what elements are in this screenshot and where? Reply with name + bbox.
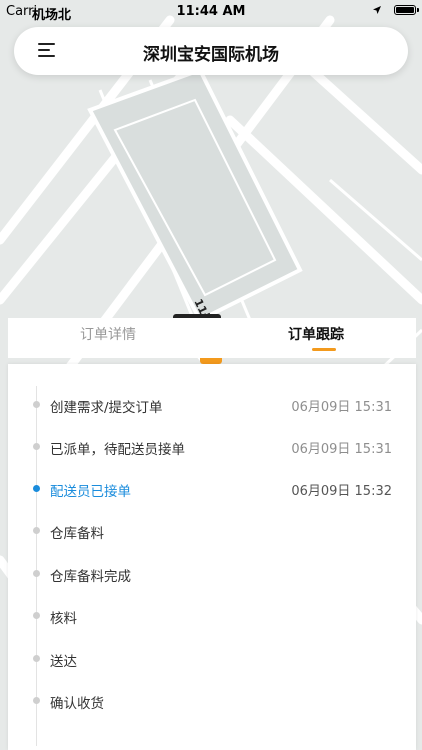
step-label: 配送员已接单 [50,484,131,500]
step-label: 确认收货 [50,696,104,712]
step-time: 06月09日 15:31 [291,400,392,415]
timeline-step: 确认收货 [8,687,416,715]
status-bar: Carri 机场北 11:44 AM [0,0,422,24]
timeline-step: 仓库备料 [8,517,416,545]
timeline-step-current: 配送员已接单 06月09日 15:32 [8,475,416,503]
timeline-dot [33,527,40,534]
tab-bar: 订单详情 订单跟踪 [8,318,416,358]
timeline-step: 送达 [8,645,416,673]
timeline-dot [33,612,40,619]
step-label: 仓库备料 [50,526,104,542]
timeline-dot [33,401,40,408]
step-label: 核料 [50,611,77,627]
timeline-dot [33,655,40,662]
tab-order-details[interactable]: 订单详情 [8,318,208,358]
step-label: 创建需求/提交订单 [50,400,163,416]
tab-order-tracking-label: 订单跟踪 [288,327,344,343]
timeline-step: 核料 [8,602,416,630]
timeline-step: 仓库备料完成 [8,560,416,588]
status-time: 11:44 AM [176,4,246,19]
timeline-dot [33,570,40,577]
timeline-dot [33,443,40,450]
timeline-dot-active [33,485,40,492]
step-label: 送达 [50,654,77,670]
page-title: 深圳宝安国际机场 [143,45,279,65]
step-time: 06月09日 15:32 [291,484,392,499]
tracking-timeline-panel: 创建需求/提交订单 06月09日 15:31 已派单，待配送员接单 06月09日… [8,364,416,750]
location-arrow-icon [373,6,381,14]
header-card: 深圳宝安国际机场 [14,27,408,75]
tab-order-tracking[interactable]: 订单跟踪 [216,318,416,358]
step-time: 06月09日 15:31 [291,442,392,457]
active-tab-indicator [312,348,336,351]
step-label: 已派单，待配送员接单 [50,442,185,458]
timeline-step: 创建需求/提交订单 06月09日 15:31 [8,391,416,419]
timeline-step: 已派单，待配送员接单 06月09日 15:31 [8,433,416,461]
timeline-dot [33,697,40,704]
step-label: 仓库备料完成 [50,569,131,585]
battery-icon [394,5,419,15]
